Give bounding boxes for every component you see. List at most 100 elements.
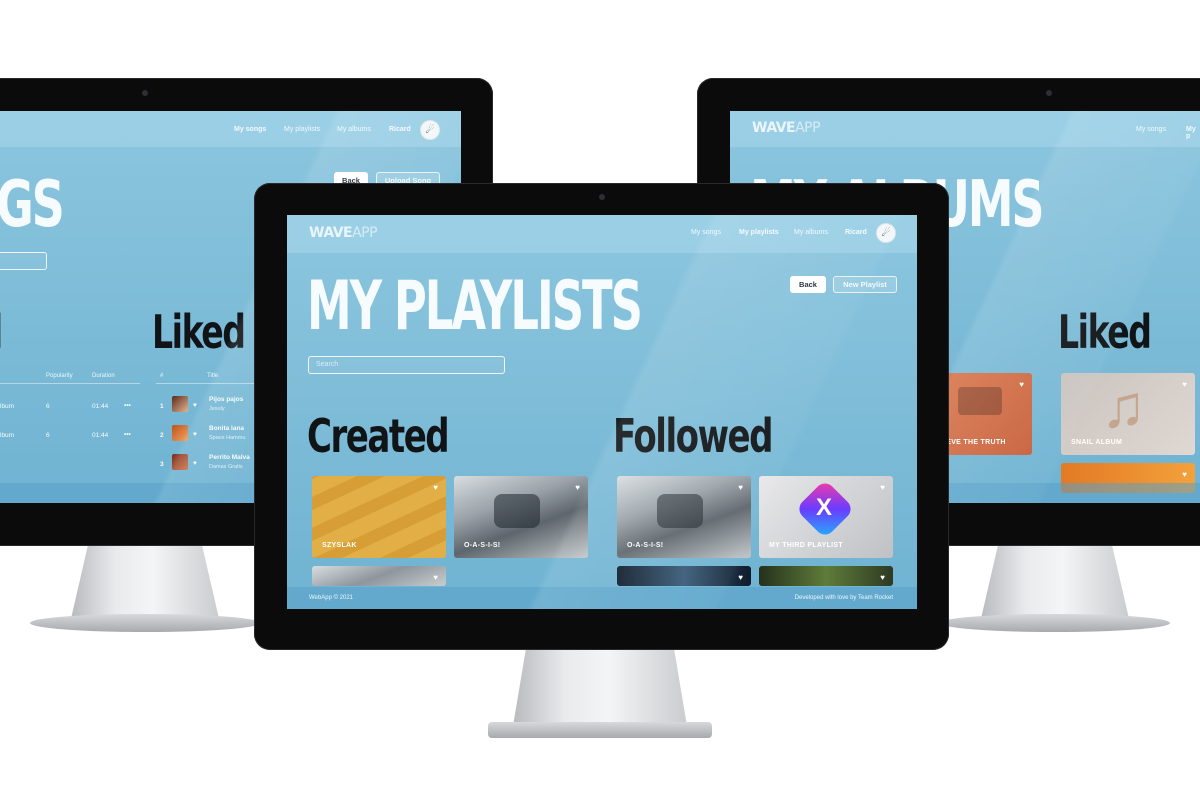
footer-copyright: WebApp © 2021 — [309, 595, 354, 601]
playlist-card[interactable]: ♥ O-A-S-I-S! — [617, 476, 751, 558]
left-row-more-icon[interactable]: ••• — [124, 402, 131, 409]
liked-row-thumbnail — [172, 396, 188, 412]
right-album-card[interactable]: ♥ IEVE THE TRUTH — [940, 373, 1032, 455]
left-row-popularity: 6 — [46, 403, 50, 410]
right-monitor-base — [940, 614, 1170, 632]
liked-row-num: 2 — [160, 432, 164, 439]
left-col-num: # — [160, 373, 164, 379]
nav-my-songs[interactable]: My songs — [691, 229, 721, 236]
right-nav-my-songs[interactable]: My songs — [1136, 126, 1166, 133]
card-heart-icon[interactable]: ♥ — [880, 483, 885, 492]
liked-row-artist: Damas Gratis — [209, 464, 243, 470]
left-col-popularity: Popularity — [46, 373, 73, 379]
wave-app-logo[interactable]: WAVEAPP — [309, 225, 378, 241]
playlist-card[interactable]: ♥ — [759, 566, 893, 586]
liked-row-artist: Space Hammu — [209, 435, 246, 441]
right-liked-heading: Liked — [1058, 305, 1152, 359]
card-heart-icon[interactable]: ♥ — [575, 483, 580, 492]
playlist-card[interactable]: ♥ SZYSLAK — [312, 476, 446, 558]
liked-row-artist: Jesuly — [209, 406, 225, 412]
navbar: WAVEAPP My songs My playlists My albums … — [287, 215, 917, 253]
liked-row-num: 3 — [160, 461, 164, 468]
left-nav-my-playlists[interactable]: My playlists — [284, 126, 320, 133]
center-monitor-stand — [512, 648, 688, 732]
left-avatar-icon[interactable]: ☄ — [420, 120, 440, 140]
left-row-duration: 01:44 — [92, 403, 109, 410]
left-col-duration: Duration — [92, 373, 115, 379]
left-table-divider — [0, 383, 140, 384]
liked-row-title: Bonita lana — [209, 425, 245, 432]
card-title: IEVE THE TRUTH — [944, 439, 1006, 446]
followed-heading: Followed — [613, 409, 774, 463]
right-logo[interactable]: WAVEAPP — [752, 120, 821, 136]
left-nav-my-songs[interactable]: My songs — [234, 126, 266, 133]
card-title: SZYSLAK — [322, 542, 357, 549]
car-mirror-image — [494, 494, 540, 528]
left-row-more-icon[interactable]: ••• — [124, 431, 131, 438]
left-page-title: GS — [0, 168, 65, 242]
playlist-card[interactable]: ♥ — [312, 566, 446, 586]
left-row-album: lbum — [0, 403, 15, 410]
liked-row-title: Pijos pajos — [209, 396, 244, 403]
left-row-duration: 01:44 — [92, 432, 109, 439]
liked-row-heart-icon[interactable]: ♥ — [193, 402, 197, 409]
x-glyph: X — [816, 494, 833, 521]
footer-credits: Developed with love by Team Rocket — [794, 595, 893, 601]
search-input[interactable]: Search — [308, 356, 505, 374]
left-created-heading-edge: l — [0, 309, 3, 355]
left-table-divider-2 — [156, 383, 266, 384]
left-monitor-stand — [70, 545, 220, 623]
music-note-icon: ♫ — [1101, 373, 1146, 440]
center-screen: WAVEAPP My songs My playlists My albums … — [287, 215, 917, 609]
left-search-input[interactable] — [0, 252, 47, 270]
left-monitor-camera — [142, 90, 148, 96]
card-heart-icon[interactable]: ♥ — [1019, 380, 1024, 389]
card-heart-icon[interactable]: ♥ — [1182, 470, 1187, 479]
card-title: O-A-S-I-S! — [464, 542, 501, 549]
left-col-title: Title — [207, 373, 219, 379]
liked-row-heart-icon[interactable]: ♥ — [193, 460, 197, 467]
left-row-popularity: 6 — [46, 432, 50, 439]
card-heart-icon[interactable]: ♥ — [738, 483, 743, 492]
card-heart-icon[interactable]: ♥ — [433, 483, 438, 492]
nav-my-playlists[interactable]: My playlists — [739, 229, 779, 236]
left-nav-my-albums[interactable]: My albums — [337, 126, 371, 133]
new-playlist-button[interactable]: New Playlist — [833, 276, 897, 293]
liked-row-title: Perrito Malva — [209, 454, 250, 461]
page-title: MY PLAYLISTS — [307, 267, 643, 346]
left-monitor-base — [30, 614, 260, 632]
nav-my-albums[interactable]: My albums — [794, 229, 828, 236]
playlist-card[interactable]: X ♥ MY THIRD PLAYLIST — [759, 476, 893, 558]
liked-row-num: 1 — [160, 403, 164, 410]
card-title: O-A-S-I-S! — [627, 542, 664, 549]
liked-row-heart-icon[interactable]: ♥ — [193, 431, 197, 438]
avatar-icon[interactable]: ☄ — [876, 223, 896, 243]
created-heading: Created — [307, 409, 450, 463]
playlist-card[interactable]: ♥ O-A-S-I-S! — [454, 476, 588, 558]
boombox-icon — [958, 387, 1002, 415]
left-liked-heading: Liked — [152, 305, 246, 359]
liked-row-thumbnail — [172, 454, 188, 470]
left-row-album: lbum — [0, 432, 15, 439]
nav-user-name[interactable]: Ricard — [845, 229, 867, 236]
right-album-card[interactable]: ♫ ♥ SNAIL ALBUM — [1061, 373, 1195, 455]
card-title: SNAIL ALBUM — [1071, 439, 1123, 446]
card-title: MY THIRD PLAYLIST — [769, 542, 843, 549]
liked-row-thumbnail — [172, 425, 188, 441]
left-nav-user[interactable]: Ricard — [389, 126, 411, 133]
right-navbar: WAVEAPP My songs My p — [730, 111, 1200, 147]
car-mirror-image — [657, 494, 703, 528]
right-nav-my-playlists[interactable]: My p — [1186, 126, 1200, 140]
card-heart-icon[interactable]: ♥ — [738, 573, 743, 582]
card-heart-icon[interactable]: ♥ — [433, 573, 438, 582]
playlist-card[interactable]: ♥ — [617, 566, 751, 586]
left-navbar: My songs My playlists My albums Ricard ☄ — [0, 111, 461, 147]
right-monitor-camera — [1046, 90, 1052, 96]
card-heart-icon[interactable]: ♥ — [880, 573, 885, 582]
center-monitor-base — [488, 722, 712, 738]
center-monitor-camera — [599, 194, 605, 200]
right-monitor-stand — [980, 545, 1130, 623]
back-button[interactable]: Back — [790, 276, 826, 293]
footer: WebApp © 2021 Developed with love by Tea… — [287, 587, 917, 609]
card-heart-icon[interactable]: ♥ — [1182, 380, 1187, 389]
